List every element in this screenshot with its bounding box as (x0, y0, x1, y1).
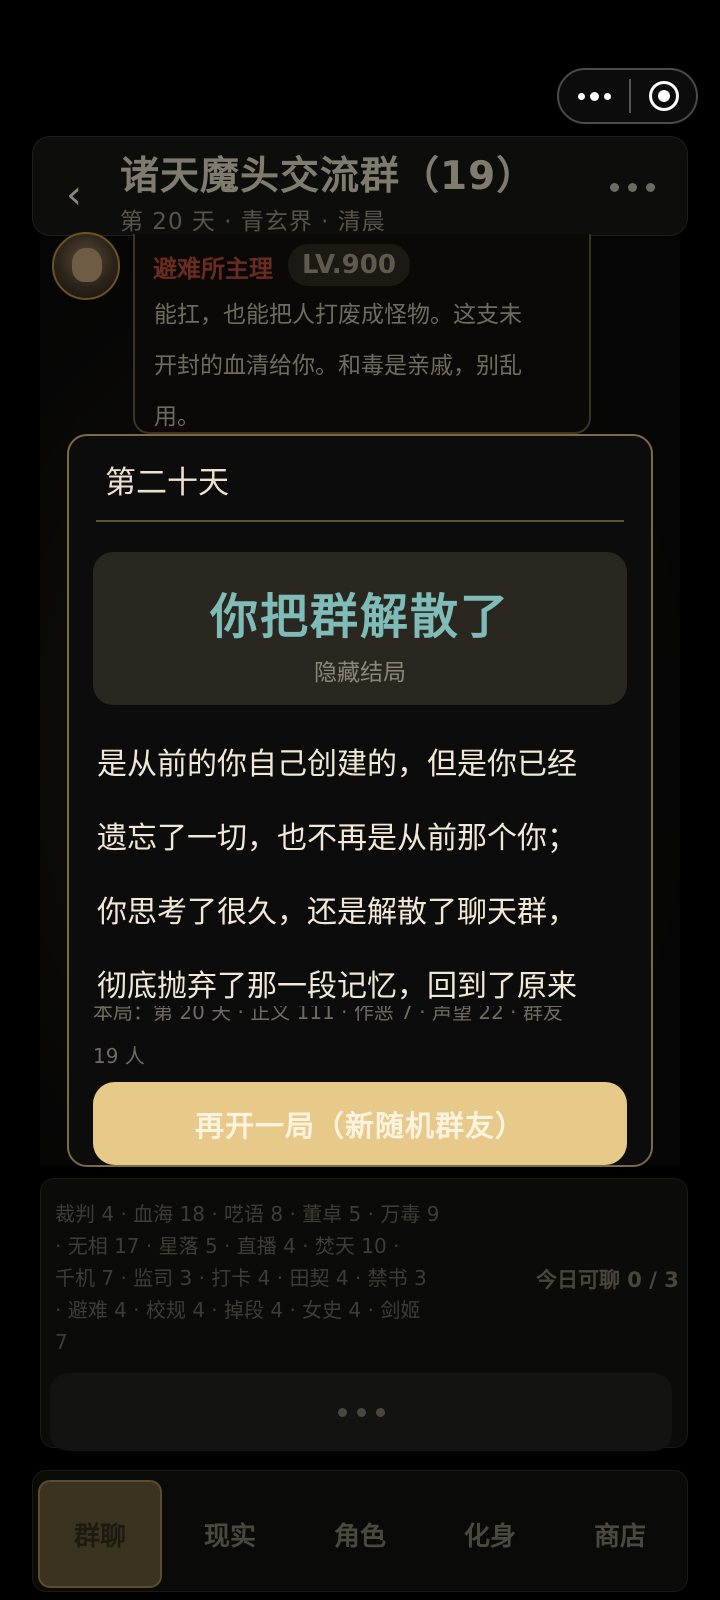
capsule-menu-icon[interactable] (559, 70, 629, 122)
tab-reality[interactable]: 现实 (168, 1480, 292, 1588)
member-tags-line: 千机 7 · 监司 3 · 打卡 4 · 田契 4 · 禁书 3 (55, 1266, 427, 1290)
ending-type: 隐藏结局 (314, 660, 406, 686)
member-tags-line: 裁判 4 · 血海 18 · 呓语 8 · 董卓 5 · 万毒 9 (55, 1202, 440, 1226)
story-line: 是从前的你自己创建的，但是你已经 (97, 747, 577, 782)
member-tags-line: · 避难 4 · 校规 4 · 掉段 4 · 女史 4 · 剑姬 (55, 1298, 421, 1322)
member-tags-line: 7 (55, 1330, 68, 1354)
divider (96, 520, 624, 522)
message-line: 能扛，也能把人打废成怪物。这支未 (154, 302, 522, 328)
story-line: 彻底抛弃了那一段记忆，回到了原来 (97, 969, 577, 1004)
restart-button[interactable]: 再开一局（新随机群友） (93, 1082, 627, 1165)
today-chat-count: 今日可聊 0 / 3 (536, 1268, 679, 1292)
tab-avatar[interactable]: 化身 (428, 1480, 552, 1588)
run-stats: 本局：第 20 天 · 正义 111 · 作恶 7 · 声望 22 · 群友 1… (93, 1006, 623, 1066)
run-stats-line: 19 人 (93, 1044, 145, 1066)
capsule-close-icon[interactable] (631, 81, 696, 111)
page-title: 诸天魔头交流群（19） (120, 154, 537, 199)
modal-day-title: 第二十天 (105, 465, 229, 501)
story-line: 你思考了很久，还是解散了聊天群， (97, 895, 577, 930)
message-text: 能扛，也能把人打废成怪物。这支未 开封的血清给你。和毒是亲戚，别乱 用。 (154, 290, 574, 443)
ending-story[interactable]: 是从前的你自己创建的，但是你已经 遗忘了一切，也不再是从前那个你； 你思考了很久… (97, 728, 637, 1005)
level-badge: LV.900 (288, 244, 410, 286)
chat-input-button[interactable] (50, 1373, 672, 1451)
member-tags: 裁判 4 · 血海 18 · 呓语 8 · 董卓 5 · 万毒 9 · 无相 1… (55, 1198, 525, 1358)
ending-title: 你把群解散了 (209, 589, 510, 645)
tab-shop[interactable]: 商店 (558, 1480, 682, 1588)
message-line: 开封的血清给你。和毒是亲戚，别乱 (154, 353, 522, 379)
more-icon[interactable] (610, 183, 655, 192)
tab-characters[interactable]: 角色 (298, 1480, 422, 1588)
run-stats-line: 本局：第 20 天 · 正义 111 · 作恶 7 · 声望 22 · 群友 (93, 1006, 563, 1024)
page-subtitle: 第 20 天 · 青玄界 · 清晨 (120, 209, 386, 235)
back-icon[interactable]: ‹ (66, 172, 92, 218)
tab-group-chat[interactable]: 群聊 (38, 1480, 162, 1588)
avatar[interactable] (52, 232, 120, 300)
story-line: 遗忘了一切，也不再是从前那个你； (97, 821, 577, 856)
miniprogram-capsule (557, 68, 698, 124)
message-sender: 避难所主理 (153, 255, 273, 283)
member-tags-line: · 无相 17 · 星落 5 · 直播 4 · 焚天 10 · (55, 1234, 400, 1258)
